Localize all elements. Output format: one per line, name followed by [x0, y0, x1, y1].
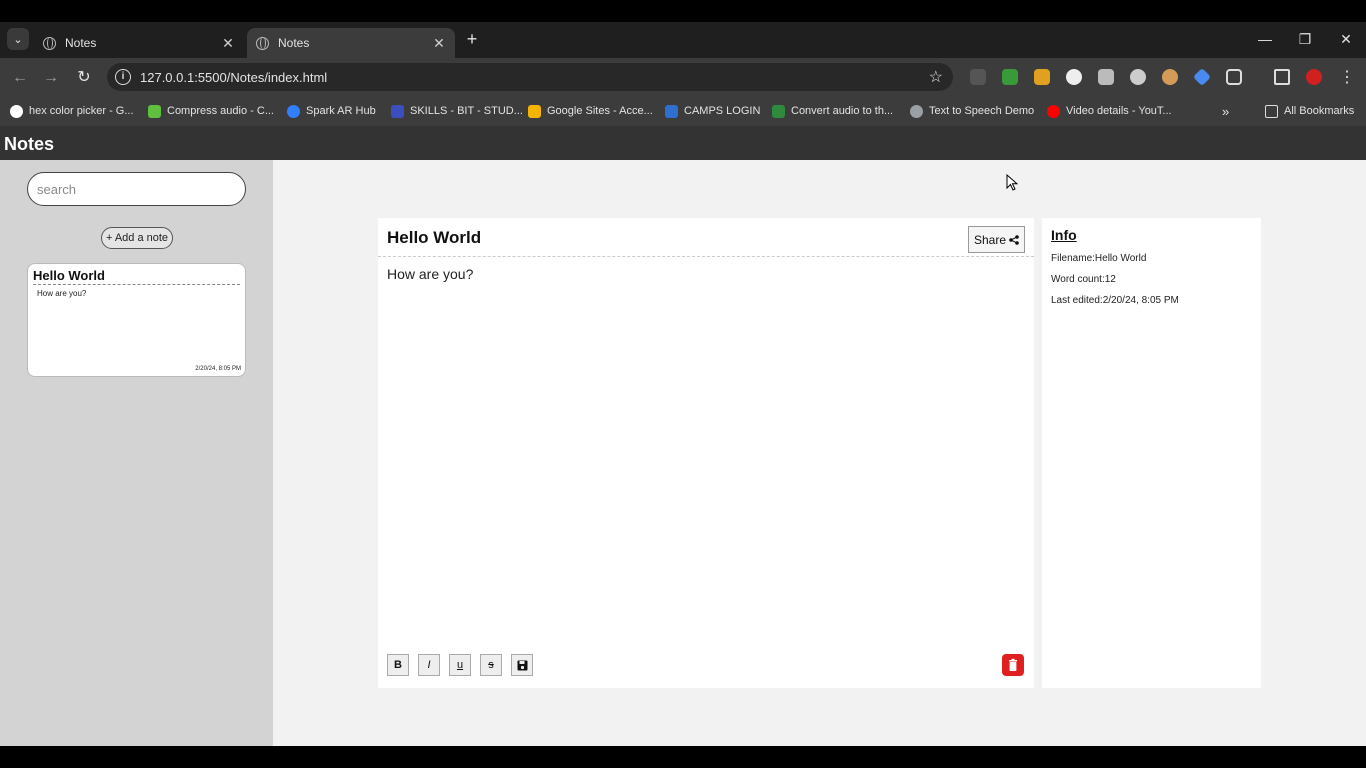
minimize-icon[interactable]: — [1253, 28, 1277, 50]
info-heading: Info [1051, 227, 1077, 243]
bookmark-item[interactable]: SKILLS - BIT - STUD... [391, 103, 523, 119]
note-card-title: Hello World [33, 268, 105, 283]
browser-toolbar: ← → ↻ i 127.0.0.1:5500/Notes/index.html … [0, 58, 1366, 96]
restore-icon[interactable]: ❐ [1293, 28, 1317, 50]
note-card-preview: How are you? [37, 289, 87, 298]
bookmark-label: Convert audio to th... [791, 105, 894, 117]
extension-icon[interactable] [1162, 69, 1178, 85]
note-card-date: 2/20/24, 8:05 PM [195, 366, 241, 372]
bookmark-item[interactable]: Google Sites - Acce... [528, 103, 653, 119]
notes-sidebar: + Add a note Hello World How are you? 2/… [0, 160, 273, 746]
note-card[interactable]: Hello World How are you? 2/20/24, 8:05 P… [27, 263, 246, 377]
close-tab-icon[interactable]: ✕ [429, 35, 449, 52]
extension-icon[interactable] [1002, 69, 1018, 85]
bookmark-label: Video details - YouT... [1066, 105, 1172, 117]
extension-icon[interactable] [1192, 67, 1212, 87]
strikethrough-button[interactable]: s [480, 654, 502, 676]
share-label: Share [973, 232, 1007, 247]
info-panel: Info Filename:Hello World Word count:12 … [1042, 218, 1261, 688]
compress-icon [148, 104, 161, 118]
extension-icon[interactable] [970, 69, 986, 85]
app-header: Notes [0, 126, 1366, 160]
bookmark-label: CAMPS LOGIN [684, 105, 761, 117]
extension-icon[interactable] [1066, 69, 1082, 85]
note-title[interactable]: Hello World [387, 228, 481, 248]
folder-icon [1265, 104, 1278, 118]
bookmark-item[interactable]: Convert audio to th... [772, 103, 893, 119]
address-bar[interactable]: i 127.0.0.1:5500/Notes/index.html ☆ [107, 63, 953, 91]
bookmark-item[interactable]: Spark AR Hub [287, 103, 376, 119]
bookmark-label: hex color picker - G... [29, 105, 134, 117]
extension-icon[interactable] [1098, 69, 1114, 85]
note-card-divider [33, 284, 240, 285]
bookmark-item[interactable]: CAMPS LOGIN [665, 103, 760, 119]
new-tab-plus-icon[interactable]: + [462, 30, 482, 50]
forward-arrow-icon[interactable]: → [40, 67, 62, 89]
tab-notes-1[interactable]: Notes ✕ [34, 28, 244, 58]
title-divider [378, 256, 1034, 257]
note-body[interactable]: How are you? [387, 266, 473, 282]
puzzle-extensions-icon[interactable] [1226, 69, 1242, 85]
floppy-disk-icon [517, 660, 527, 671]
close-tab-icon[interactable]: ✕ [218, 35, 238, 52]
convert-icon [772, 104, 785, 118]
close-window-icon[interactable]: ✕ [1334, 28, 1358, 50]
bookmarks-overflow-chevron-icon[interactable]: » [1222, 103, 1229, 119]
bookmark-label: Compress audio - C... [167, 105, 274, 117]
url-text: 127.0.0.1:5500/Notes/index.html [140, 70, 328, 85]
meta-icon [287, 104, 300, 118]
globe-icon [256, 36, 269, 50]
profile-avatar[interactable] [1306, 69, 1322, 85]
google-icon [10, 104, 23, 118]
bookmark-label: Google Sites - Acce... [547, 105, 653, 117]
share-icon [1009, 234, 1019, 245]
trash-icon [1009, 658, 1017, 671]
bookmark-item[interactable]: Text to Speech Demo [910, 103, 1034, 119]
italic-button[interactable]: I [418, 654, 440, 676]
globe-icon [43, 36, 56, 50]
extension-icon[interactable] [1130, 69, 1146, 85]
note-editor: Hello World Share How are you? B I u s [378, 218, 1034, 688]
tab-search-chevron-icon[interactable]: ⌄ [7, 28, 29, 50]
delete-note-button[interactable] [1002, 654, 1024, 676]
menu-kebab-icon[interactable]: ⋮ [1336, 67, 1358, 89]
skills-icon [391, 104, 404, 118]
search-input[interactable] [27, 172, 246, 206]
bookmark-label: Spark AR Hub [306, 105, 376, 117]
extension-icon[interactable] [1034, 69, 1050, 85]
site-info-icon[interactable]: i [115, 69, 131, 85]
info-word-count: Word count:12 [1051, 274, 1116, 285]
bookmark-label: Text to Speech Demo [929, 105, 1035, 117]
add-note-button[interactable]: + Add a note [101, 227, 173, 249]
bookmark-label: SKILLS - BIT - STUD... [410, 105, 523, 117]
bookmark-star-icon[interactable]: ☆ [929, 67, 943, 87]
globe-icon [910, 104, 923, 118]
bookmark-item[interactable]: Video details - YouT... [1047, 103, 1172, 119]
all-bookmarks-label: All Bookmarks [1284, 105, 1355, 117]
bookmark-item[interactable]: hex color picker - G... [10, 103, 134, 119]
save-button[interactable] [511, 654, 533, 676]
youtube-icon [1047, 104, 1060, 118]
main-area: Hello World Share How are you? B I u s I… [273, 160, 1366, 746]
info-filename: Filename:Hello World [1051, 253, 1147, 264]
screen: ⌄ Notes ✕ Notes ✕ + — ❐ ✕ ← → ↻ i 127.0.… [0, 0, 1366, 768]
camps-icon [665, 104, 678, 118]
bookmark-item[interactable]: Compress audio - C... [148, 103, 274, 119]
tab-notes-2[interactable]: Notes ✕ [247, 28, 455, 58]
info-last-edited: Last edited:2/20/24, 8:05 PM [1051, 295, 1179, 306]
reload-icon[interactable]: ↻ [73, 67, 95, 89]
tab-title: Notes [278, 36, 310, 50]
bold-button[interactable]: B [387, 654, 409, 676]
side-panel-icon[interactable] [1274, 69, 1290, 85]
underline-button[interactable]: u [449, 654, 471, 676]
bookmarks-bar: hex color picker - G... Compress audio -… [0, 96, 1366, 126]
tab-bar: ⌄ Notes ✕ Notes ✕ + — ❐ ✕ [0, 22, 1366, 58]
back-arrow-icon[interactable]: ← [9, 67, 31, 89]
all-bookmarks-button[interactable]: All Bookmarks [1265, 103, 1354, 119]
mouse-cursor-icon [1006, 174, 1018, 191]
drive-icon [528, 104, 541, 118]
app-title: Notes [4, 134, 55, 154]
tab-title: Notes [65, 36, 97, 50]
share-button[interactable]: Share [968, 226, 1025, 253]
